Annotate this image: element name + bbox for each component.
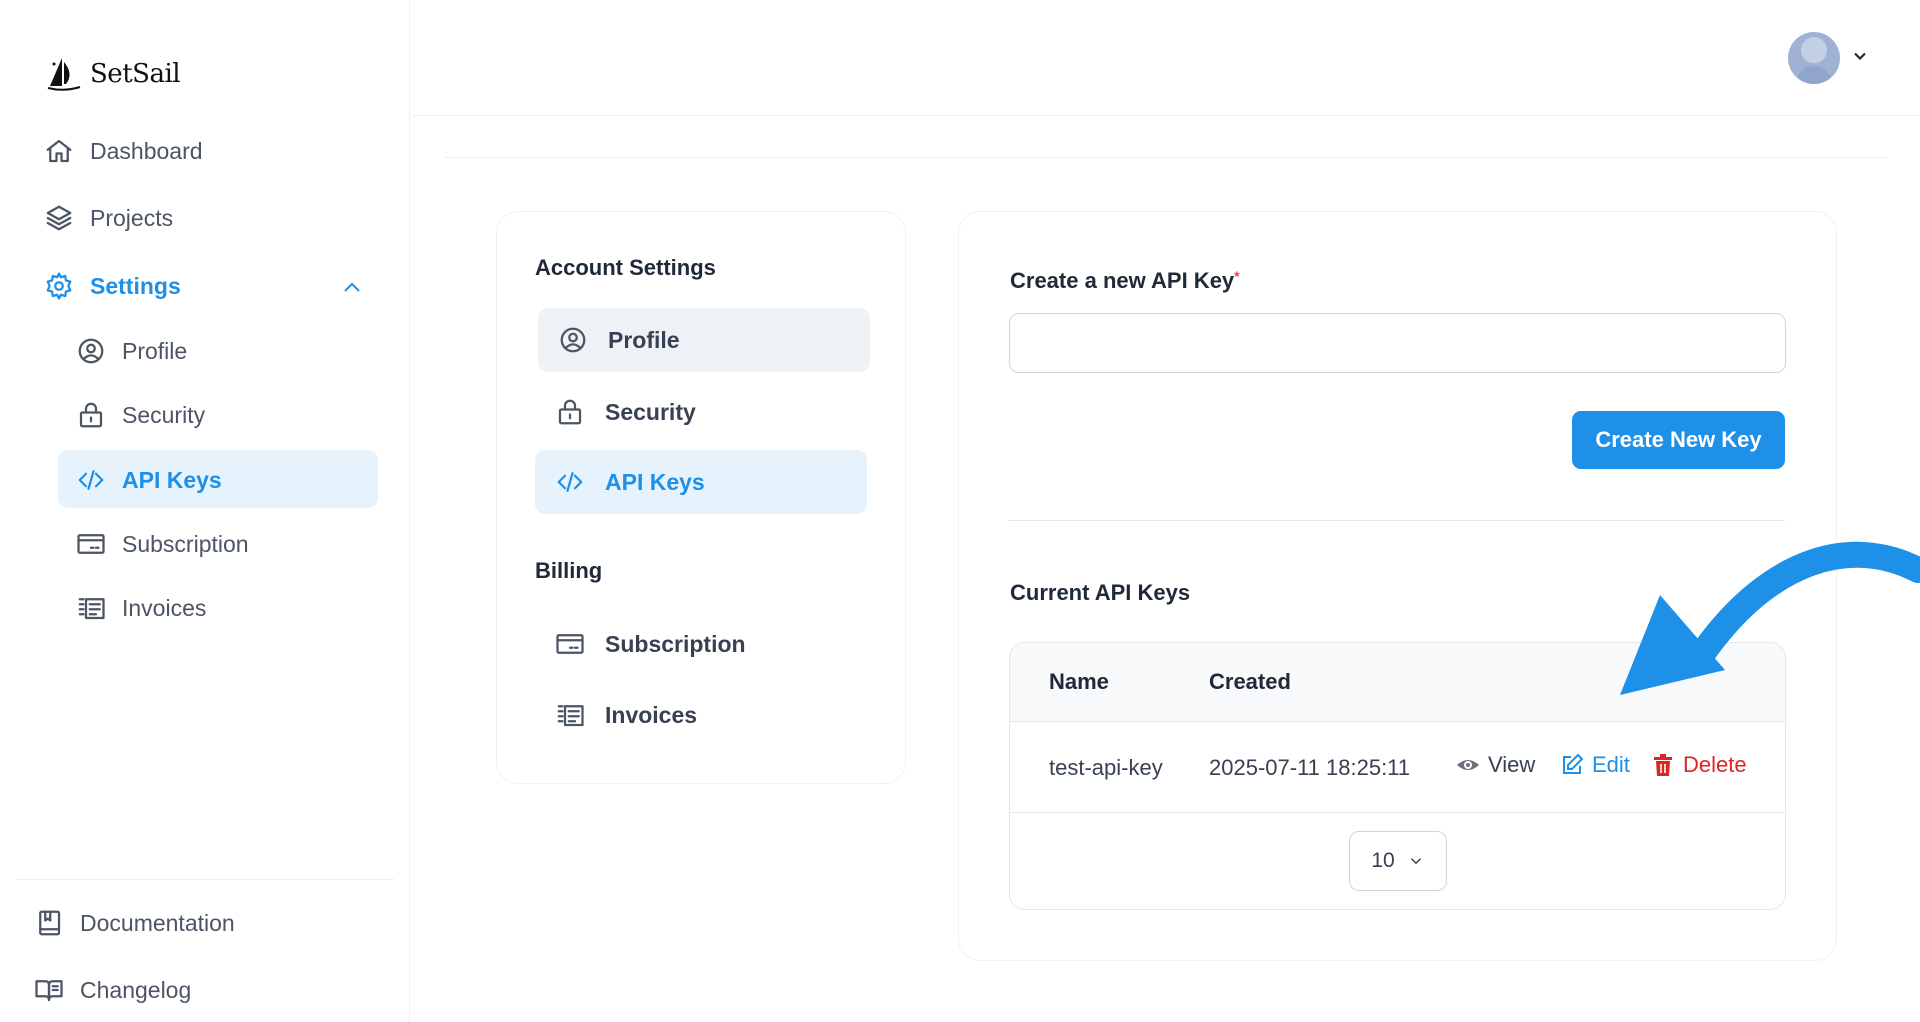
delete-key-button[interactable]: Delete: [1651, 752, 1747, 778]
sidebar-item-label: Changelog: [80, 976, 192, 1003]
sidebar-item-label: Dashboard: [90, 137, 203, 164]
eye-icon: [1457, 760, 1479, 770]
logo[interactable]: SetSail: [44, 54, 181, 94]
key-created-cell: 2025-07-11 18:25:11: [1209, 755, 1411, 780]
lock-icon: [558, 399, 582, 425]
credit-card-icon: [77, 534, 105, 554]
layers-icon: [46, 205, 72, 231]
receipt-icon: [78, 598, 105, 620]
sidebar-item-api-keys[interactable]: API Keys: [76, 465, 222, 495]
sidebar: SetSail Dashboard Projects Settings Prof…: [0, 0, 410, 1022]
key-name-cell: test-api-key: [1049, 755, 1163, 780]
lock-icon: [79, 402, 103, 428]
sidebar-item-dashboard[interactable]: Dashboard: [44, 136, 203, 166]
edit-key-button[interactable]: Edit: [1560, 752, 1630, 778]
book-icon: [39, 910, 61, 936]
code-icon: [78, 470, 104, 490]
sidebar-item-projects[interactable]: Projects: [44, 203, 173, 233]
settings-menu-profile[interactable]: Profile: [538, 308, 870, 372]
menu-item-label: Subscription: [605, 630, 746, 657]
code-icon: [557, 472, 583, 492]
create-new-key-button[interactable]: Create New Key: [1572, 411, 1785, 469]
sidebar-item-label: Subscription: [122, 530, 249, 557]
gear-icon: [46, 272, 72, 300]
credit-card-icon: [556, 634, 584, 654]
logo-text: SetSail: [90, 59, 181, 89]
sidebar-item-label: Documentation: [80, 909, 235, 936]
menu-item-label: Profile: [608, 326, 680, 353]
trash-icon: [1654, 754, 1672, 776]
view-label: View: [1488, 752, 1536, 777]
sidebar-item-label: Projects: [90, 204, 174, 231]
chevron-up-icon[interactable]: [340, 276, 364, 300]
edit-icon: [1563, 753, 1584, 774]
top-bar: [411, 0, 1920, 116]
settings-menu-security[interactable]: Security: [535, 380, 867, 444]
sidebar-item-label: Settings: [90, 272, 181, 299]
label-text: Create a new API Key: [1010, 268, 1235, 293]
column-header-created[interactable]: Created: [1209, 669, 1291, 695]
chevron-down-icon[interactable]: [1850, 46, 1870, 66]
annotation-arrow-icon: [1620, 541, 1920, 695]
delete-label: Delete: [1683, 752, 1747, 777]
content-divider: [444, 157, 1888, 158]
sidebar-item-security[interactable]: Security: [76, 400, 205, 430]
sidebar-item-subscription[interactable]: Subscription: [76, 529, 249, 559]
page-size-select[interactable]: 10: [1349, 831, 1447, 891]
receipt-icon: [557, 705, 584, 727]
view-key-button[interactable]: View: [1456, 752, 1535, 778]
api-key-name-label: Create a new API Key*: [1010, 268, 1240, 294]
sidebar-item-label: Invoices: [122, 594, 207, 621]
sidebar-item-label: API Keys: [122, 466, 222, 493]
sidebar-divider: [16, 879, 394, 880]
home-icon: [46, 139, 72, 163]
sidebar-item-settings[interactable]: Settings: [44, 271, 181, 301]
sidebar-item-changelog[interactable]: Changelog: [34, 975, 191, 1005]
edit-label: Edit: [1592, 752, 1630, 777]
avatar[interactable]: [1788, 32, 1840, 84]
billing-heading: Billing: [535, 558, 603, 583]
page-size-value: 10: [1371, 849, 1395, 872]
sidebar-item-label: Security: [122, 401, 206, 428]
user-circle-icon: [78, 338, 104, 364]
sidebar-item-documentation[interactable]: Documentation: [34, 908, 235, 938]
api-key-name-input[interactable]: [1009, 313, 1786, 373]
settings-menu-subscription[interactable]: Subscription: [535, 612, 867, 676]
menu-item-label: Invoices: [605, 701, 698, 728]
column-header-name[interactable]: Name: [1049, 669, 1109, 695]
sailboat-icon: [47, 58, 81, 91]
current-api-keys-heading: Current API Keys: [1010, 580, 1191, 605]
menu-item-label: Security: [605, 398, 696, 425]
sidebar-item-label: Profile: [122, 337, 188, 364]
card-divider: [1009, 520, 1785, 521]
open-book-icon: [35, 980, 63, 1002]
settings-menu-invoices[interactable]: Invoices: [535, 683, 867, 747]
table-row: test-api-key 2025-07-11 18:25:11 View Ed…: [1010, 722, 1785, 813]
account-settings-heading: Account Settings: [535, 255, 716, 280]
chevron-down-icon: [1410, 858, 1421, 865]
required-mark: *: [1234, 268, 1240, 284]
sidebar-item-invoices[interactable]: Invoices: [76, 593, 206, 623]
user-circle-icon: [560, 327, 586, 353]
settings-menu-api-keys[interactable]: API Keys: [535, 450, 867, 514]
sidebar-item-profile[interactable]: Profile: [76, 336, 187, 366]
menu-item-label: API Keys: [605, 468, 705, 495]
